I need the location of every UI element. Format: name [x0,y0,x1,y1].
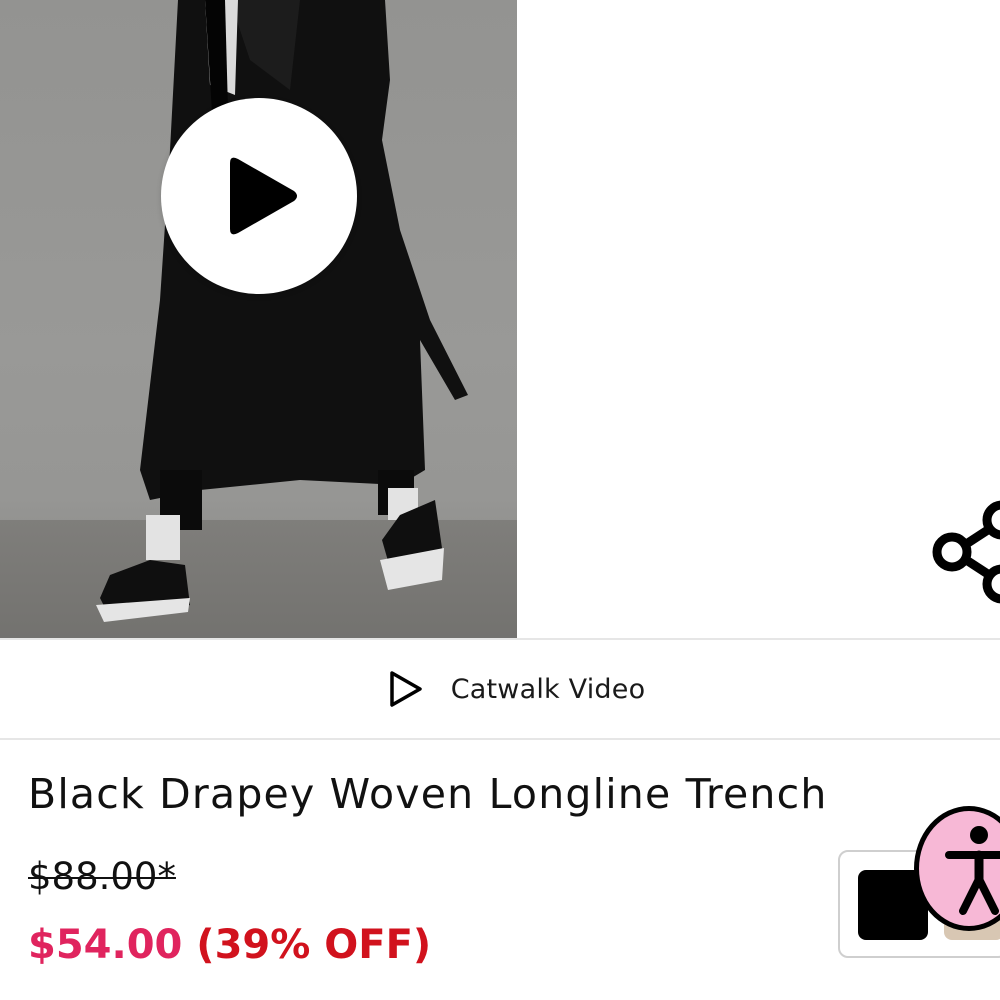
play-icon [230,157,297,235]
catwalk-video-button[interactable]: Catwalk Video [0,638,1000,740]
share-icon [932,500,1000,604]
product-media [0,0,1000,638]
product-page: Catwalk Video Black Drapey Woven Longlin… [0,0,1000,1000]
product-image[interactable] [0,0,517,638]
accessibility-button[interactable] [914,806,1000,931]
catwalk-video-content: Catwalk Video [387,669,646,709]
play-outline-icon [389,671,422,707]
accessibility-icon [945,826,1000,915]
photo-dim-overlay [0,0,517,638]
share-button[interactable] [928,500,1000,604]
catwalk-video-label: Catwalk Video [450,673,646,705]
sale-price-row: $54.00 (39% OFF) [28,922,431,968]
discount-label: (39% OFF) [196,922,432,968]
play-video-button[interactable] [161,98,357,294]
product-title: Black Drapey Woven Longline Trench [28,770,828,818]
sale-price: $54.00 [28,922,183,968]
original-price: $88.00* [28,855,176,898]
